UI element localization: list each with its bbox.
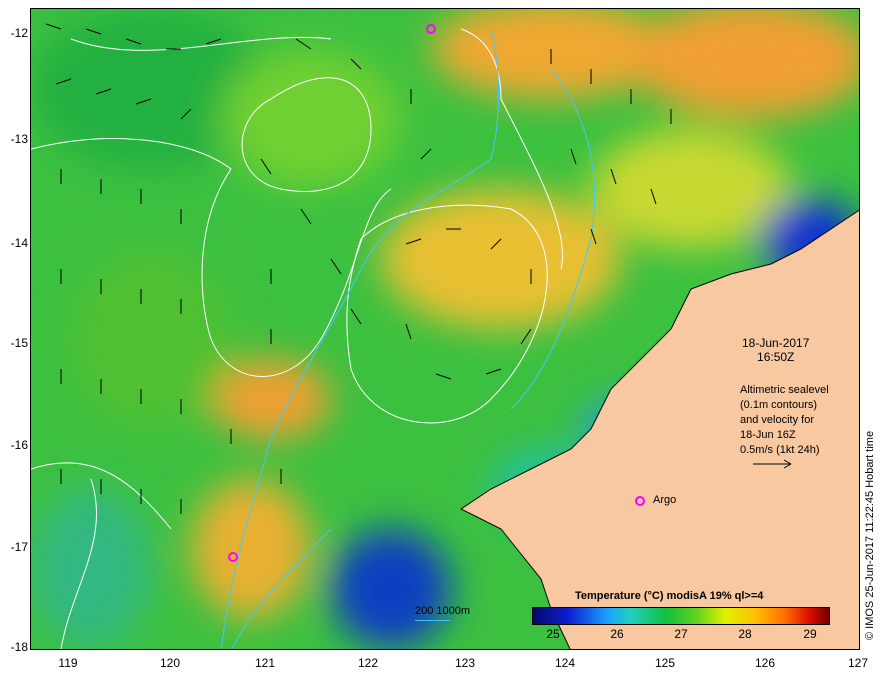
y-tick-label: -16	[10, 438, 28, 452]
colorbar-tick: 25	[546, 627, 560, 641]
colorbar-tick: 28	[738, 627, 752, 641]
colorbar-title: Temperature (°C) modisA 19% ql>=4	[575, 590, 764, 602]
depth-scale-label: 200 1000m	[415, 605, 471, 617]
y-tick-label: -18	[10, 640, 28, 654]
copyright-label: © IMOS 25-Jun-2017 11:22:45 Hobart time	[864, 430, 876, 640]
sst-map[interactable]	[31, 9, 860, 650]
legend-line: 0.5m/s (1kt 24h)	[740, 444, 820, 456]
x-tick-label: 125	[654, 656, 676, 670]
x-tick-label: 123	[454, 656, 476, 670]
x-tick-label: 126	[754, 656, 776, 670]
legend-line: and velocity for	[740, 414, 814, 426]
temperature-colorbar	[532, 607, 830, 625]
legend-line: Altimetric sealevel	[740, 384, 829, 396]
x-tick-label: 127	[847, 656, 869, 670]
legend-line: (0.1m contours)	[740, 399, 818, 411]
map-frame	[30, 8, 860, 650]
observation-datetime: 18-Jun-2017 16:50Z	[742, 336, 809, 364]
observation-date: 18-Jun-2017	[742, 336, 810, 350]
x-tick-label: 120	[159, 656, 181, 670]
x-tick-label: 122	[357, 656, 379, 670]
y-tick-label: -12	[10, 26, 28, 40]
colorbar-tick: 26	[610, 627, 624, 641]
y-tick-label: -14	[10, 236, 28, 250]
x-tick-label: 121	[254, 656, 276, 670]
colorbar-tick: 29	[803, 627, 817, 641]
argo-label: Argo	[653, 494, 677, 506]
y-tick-label: -15	[10, 336, 28, 350]
y-tick-label: -17	[10, 540, 28, 554]
x-tick-label: 119	[58, 656, 78, 670]
colorbar-tick: 27	[674, 627, 688, 641]
observation-time: 16:50Z	[757, 350, 795, 364]
y-tick-label: -13	[10, 132, 28, 146]
legend-line: 18-Jun 16Z	[740, 429, 796, 441]
x-tick-label: 124	[554, 656, 576, 670]
depth-scale-line	[415, 620, 450, 621]
